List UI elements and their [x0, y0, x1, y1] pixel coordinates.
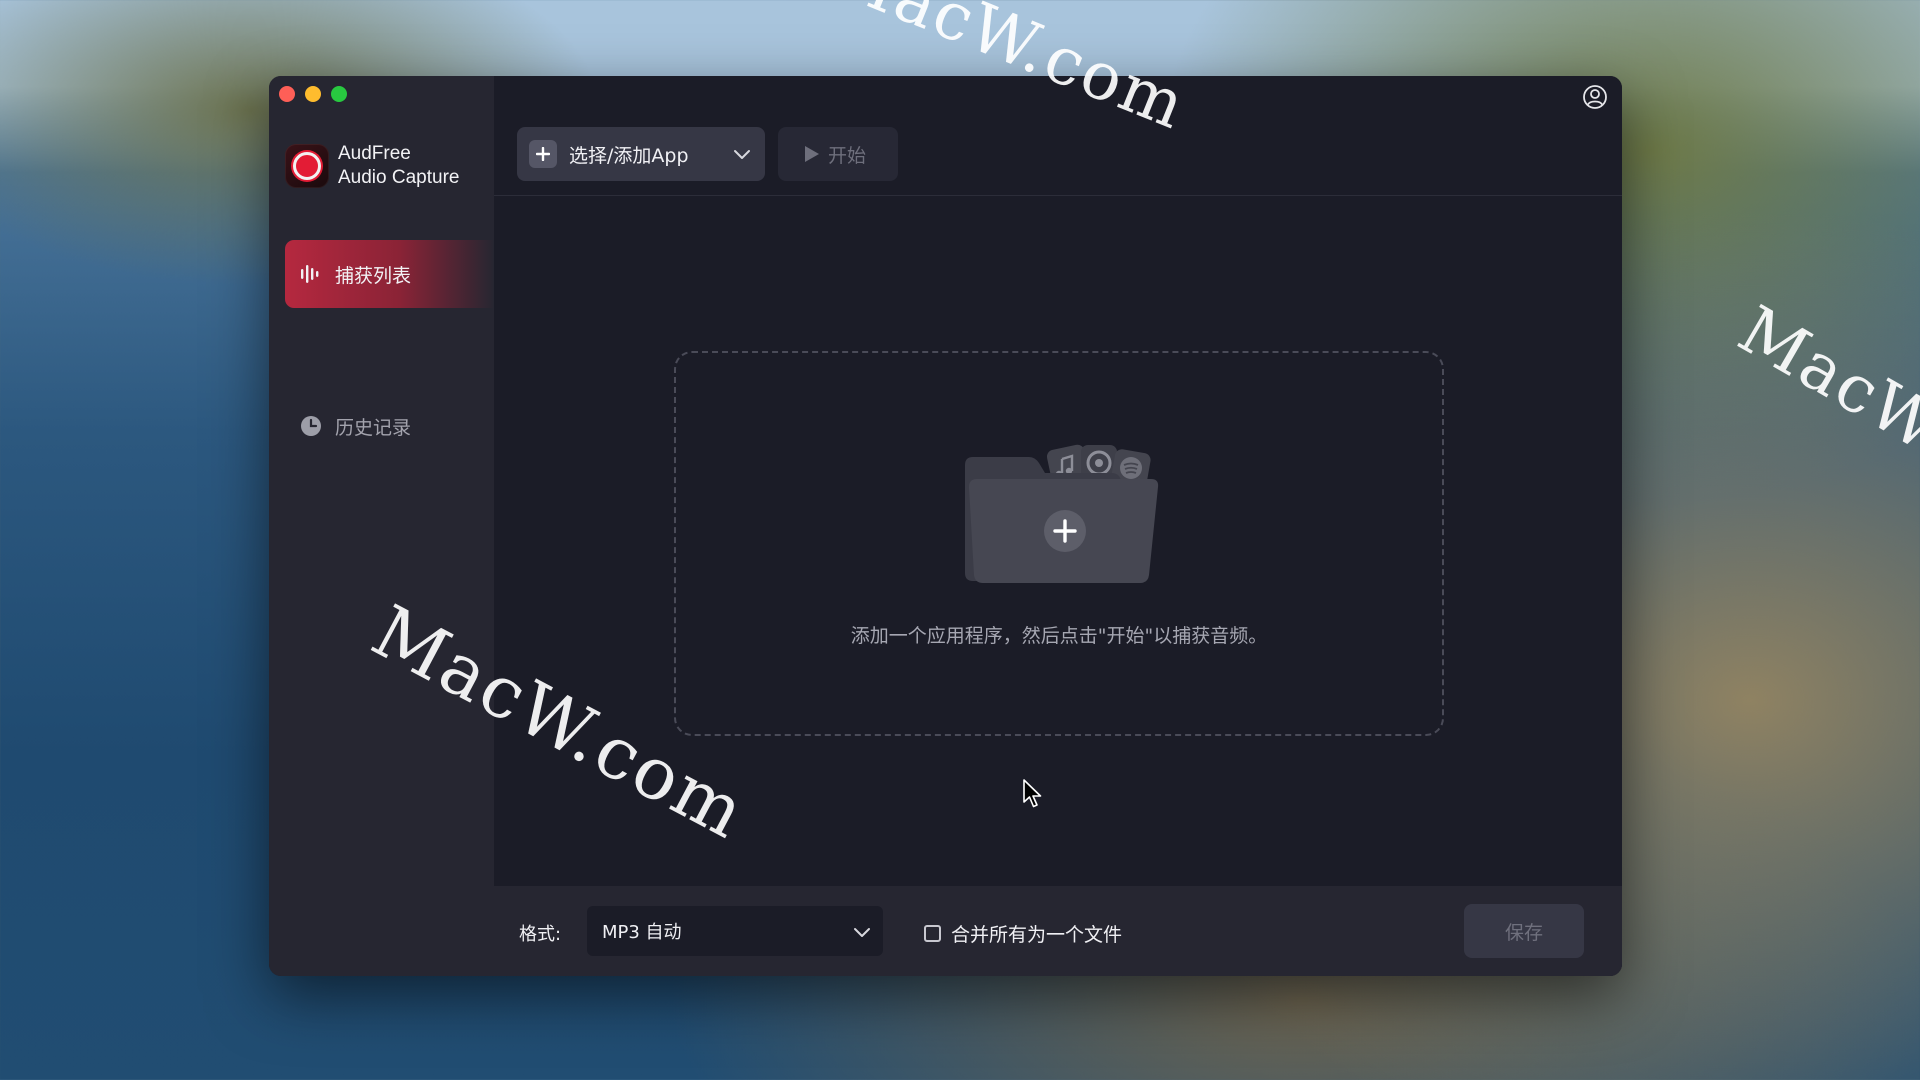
chevron-down-icon[interactable] — [731, 143, 753, 165]
start-button[interactable]: 开始 — [778, 127, 898, 181]
sidebar-item-capture-list[interactable]: 捕获列表 — [285, 240, 494, 308]
app-window: AudFree Audio Capture 捕获列表 历史记录 选择/添加App… — [269, 76, 1622, 976]
start-label: 开始 — [828, 144, 867, 167]
clock-icon — [299, 414, 323, 438]
main-panel: 选择/添加App 开始 添加一个应用程序，然后点击"开始"以捕获音频。 格式: … — [494, 76, 1622, 976]
mouse-cursor-icon — [1023, 779, 1042, 808]
zoom-window-button[interactable] — [331, 86, 347, 102]
app-logo-icon — [285, 144, 329, 188]
format-value: MP3 自动 — [602, 922, 682, 943]
chevron-down-icon — [854, 928, 870, 937]
close-window-button[interactable] — [279, 86, 295, 102]
plus-icon — [529, 140, 557, 168]
select-add-app-button[interactable]: 选择/添加App — [517, 127, 765, 181]
add-app-folder-icon[interactable] — [961, 441, 1161, 586]
app-brand: AudFree Audio Capture — [285, 142, 459, 190]
sidebar-item-history[interactable]: 历史记录 — [285, 406, 494, 446]
app-name-line1: AudFree — [338, 143, 411, 164]
bottom-bar: 格式: MP3 自动 合并所有为一个文件 保存 — [494, 886, 1622, 976]
app-drop-zone[interactable]: 添加一个应用程序，然后点击"开始"以捕获音频。 — [674, 351, 1444, 736]
save-button[interactable]: 保存 — [1464, 904, 1584, 958]
merge-files-option[interactable]: 合并所有为一个文件 — [924, 920, 1122, 947]
merge-files-label: 合并所有为一个文件 — [951, 924, 1123, 946]
format-select[interactable]: MP3 自动 — [587, 906, 883, 956]
merge-files-checkbox[interactable] — [924, 925, 941, 942]
minimize-window-button[interactable] — [305, 86, 321, 102]
waveform-icon — [299, 262, 323, 286]
window-controls — [279, 86, 347, 102]
app-name: AudFree Audio Capture — [338, 142, 459, 190]
sidebar-item-label: 历史记录 — [335, 416, 412, 439]
format-label: 格式: — [519, 924, 562, 945]
app-name-line2: Audio Capture — [338, 167, 460, 188]
drop-zone-hint: 添加一个应用程序，然后点击"开始"以捕获音频。 — [850, 625, 1268, 647]
user-account-icon[interactable] — [1582, 84, 1608, 110]
play-icon — [805, 146, 819, 162]
select-app-label: 选择/添加App — [569, 144, 689, 167]
sidebar-item-label: 捕获列表 — [335, 264, 412, 287]
sidebar: AudFree Audio Capture 捕获列表 历史记录 — [269, 76, 494, 976]
